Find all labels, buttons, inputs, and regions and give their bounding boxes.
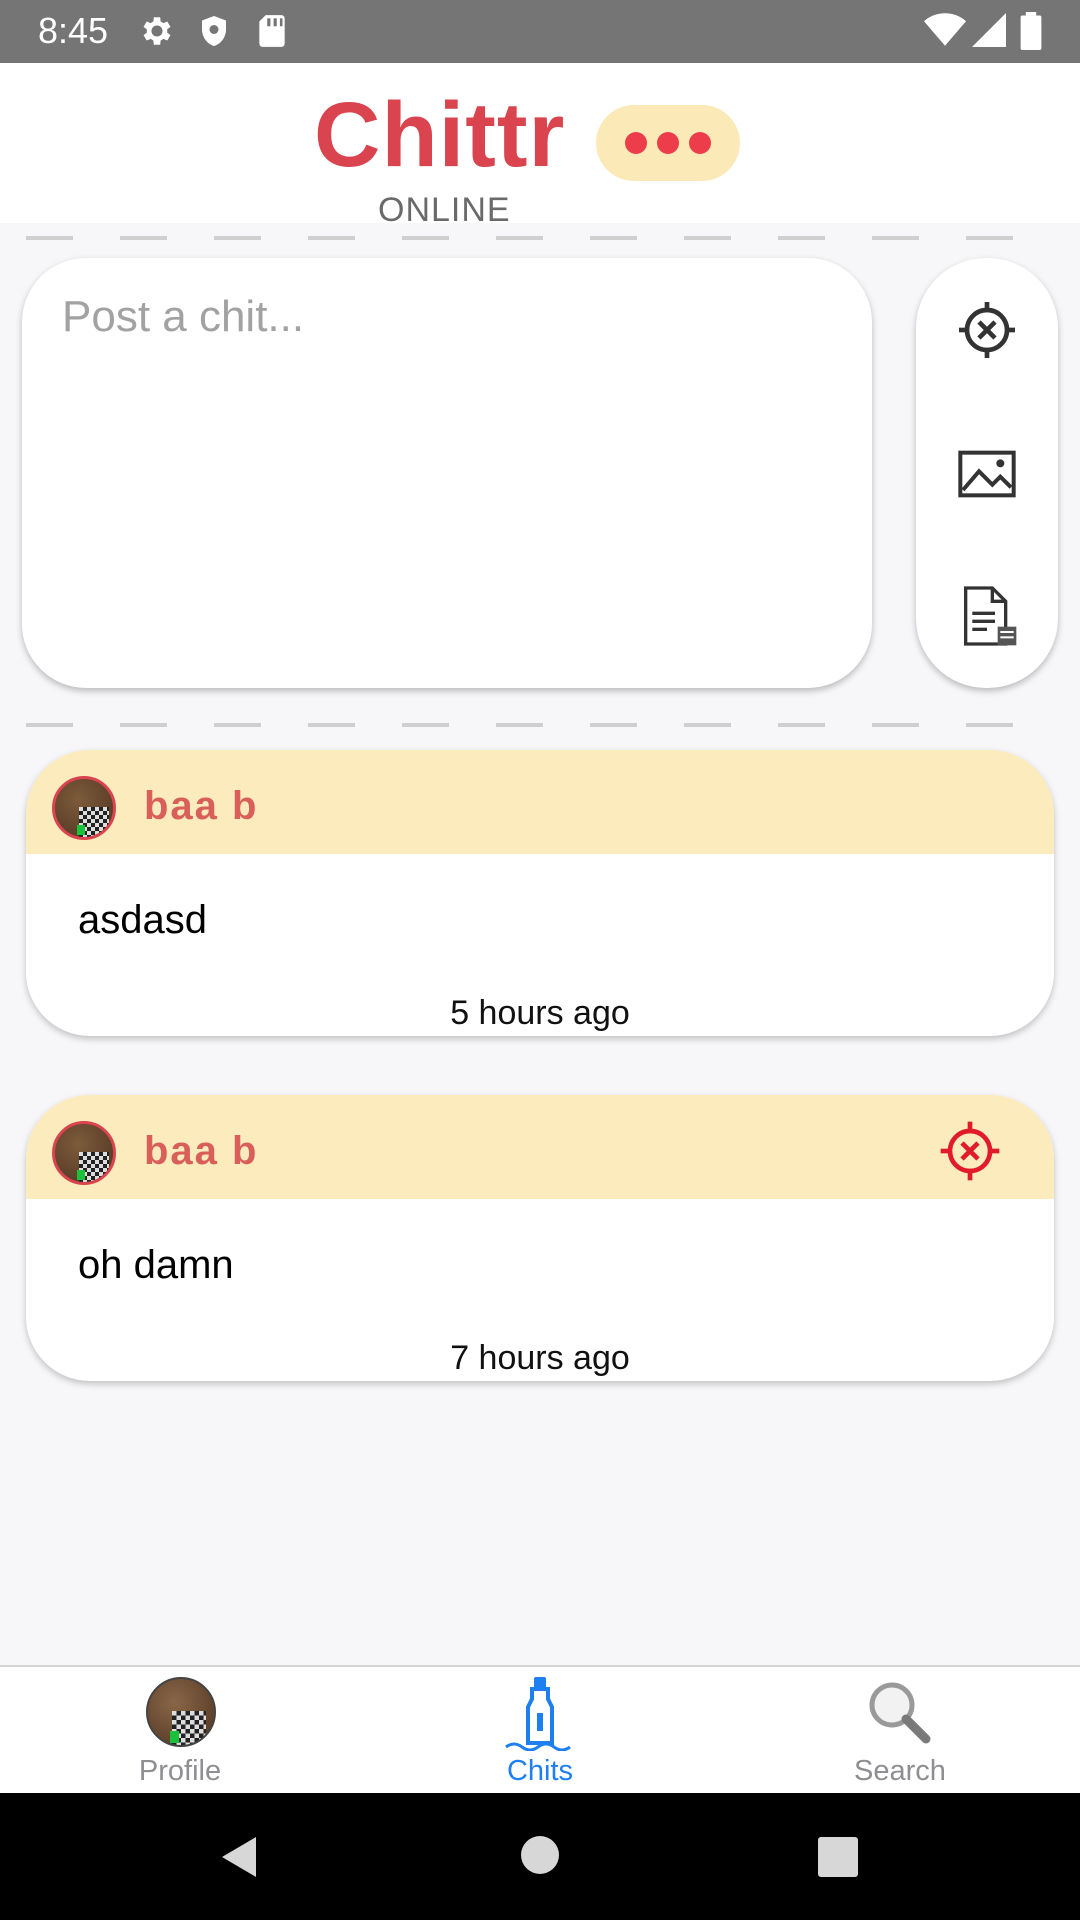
drafts-icon[interactable]: [955, 584, 1019, 648]
bottle-icon: [505, 1677, 571, 1751]
avatar: [146, 1677, 216, 1747]
chit-card[interactable]: baa b asdasd 5 hours ago: [26, 750, 1054, 1036]
home-icon[interactable]: [520, 1835, 560, 1875]
chit-author[interactable]: baa b: [144, 784, 258, 829]
chit-text: oh damn: [78, 1243, 234, 1287]
avatar[interactable]: [52, 1121, 116, 1185]
tab-search[interactable]: Search: [720, 1667, 1080, 1795]
divider: [26, 236, 1056, 240]
signal-icon: [972, 13, 1006, 47]
image-icon[interactable]: [955, 442, 1019, 506]
app-title: Chittr: [314, 84, 566, 186]
composer-toolbar: [916, 258, 1058, 688]
system-nav-bar: [0, 1793, 1080, 1920]
sd-card-icon: [259, 15, 285, 47]
status-bar: 8:45: [0, 0, 1080, 63]
more-dots-icon[interactable]: [596, 105, 740, 181]
chit-timestamp: 5 hours ago: [450, 994, 630, 1032]
chit-text: asdasd: [78, 898, 207, 942]
chit-card-header: baa b: [26, 750, 1054, 854]
tab-label: Profile: [138, 1755, 222, 1787]
location-off-icon[interactable]: [955, 298, 1019, 362]
tab-chits[interactable]: Chits: [360, 1667, 720, 1795]
back-icon[interactable]: [216, 1833, 260, 1881]
divider: [26, 723, 1056, 727]
tab-profile[interactable]: Profile: [0, 1667, 360, 1795]
recents-icon[interactable]: [818, 1837, 858, 1877]
tab-label: Chits: [506, 1755, 574, 1787]
app-header: Chittr ONLINE: [0, 63, 1080, 229]
avatar[interactable]: [52, 776, 116, 840]
battery-icon: [1020, 12, 1042, 50]
connection-status: ONLINE: [378, 191, 511, 229]
chit-timestamp: 7 hours ago: [450, 1339, 630, 1377]
chit-card[interactable]: baa b oh damn 7 hours ago: [26, 1095, 1054, 1381]
gear-icon: [143, 17, 171, 45]
shield-icon: [202, 16, 226, 46]
clock: 8:45: [38, 10, 109, 51]
chit-input[interactable]: Post a chit...: [22, 258, 872, 688]
bottom-tab-bar: Profile Chits Search: [0, 1665, 1080, 1795]
tab-label: Search: [854, 1755, 946, 1787]
location-icon[interactable]: [938, 1119, 1002, 1183]
chit-card-header: baa b: [26, 1095, 1054, 1199]
chit-input-placeholder: Post a chit...: [62, 292, 305, 341]
search-icon: [869, 1682, 931, 1744]
wifi-icon: [924, 13, 966, 46]
chit-author[interactable]: baa b: [144, 1129, 258, 1174]
